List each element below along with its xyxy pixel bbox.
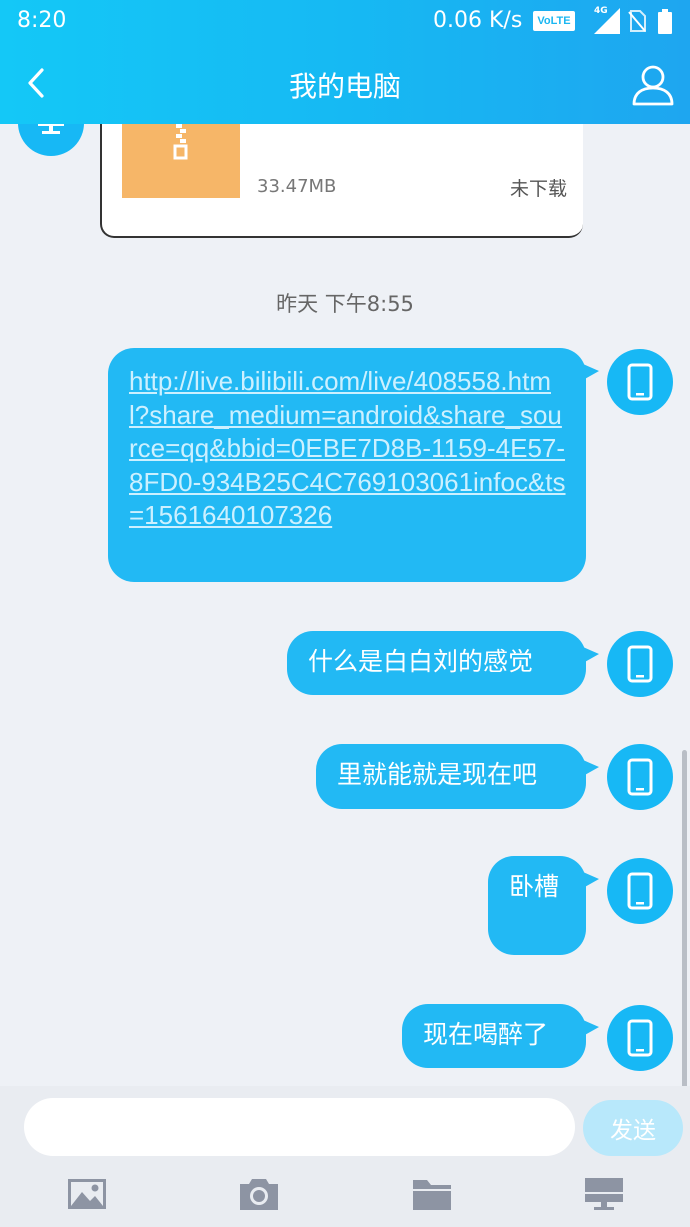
send-button[interactable]: 发送 bbox=[583, 1100, 683, 1156]
phone-avatar[interactable] bbox=[607, 1005, 673, 1071]
zip-file-thumbnail bbox=[122, 124, 240, 198]
phone-icon bbox=[627, 758, 653, 796]
status-bar: 8:20 0.06 K/s VoLTE 4G bbox=[0, 0, 690, 44]
computer-icon[interactable] bbox=[584, 1176, 624, 1212]
page-title: 我的电脑 bbox=[288, 70, 401, 103]
message-bubble[interactable]: 卧槽 bbox=[488, 856, 599, 955]
message-timestamp: 昨天 下午8:55 bbox=[276, 292, 414, 316]
image-icon[interactable] bbox=[67, 1176, 107, 1212]
camera-icon[interactable] bbox=[239, 1176, 279, 1212]
phone-icon bbox=[627, 872, 653, 910]
battery-icon bbox=[658, 9, 672, 34]
message-text: 卧槽 bbox=[509, 872, 560, 901]
phone-avatar[interactable] bbox=[607, 744, 673, 810]
message-bubble[interactable]: 里就能就是现在吧 bbox=[316, 744, 599, 809]
chat-scrollbar[interactable] bbox=[682, 750, 687, 1086]
message-input[interactable] bbox=[24, 1098, 575, 1156]
phone-avatar[interactable] bbox=[607, 349, 673, 415]
folder-icon[interactable] bbox=[412, 1176, 452, 1212]
volte-icon: VoLTE bbox=[533, 11, 575, 31]
status-time: 8:20 bbox=[17, 8, 67, 33]
chat-area[interactable]: 33.47MB 未下载 昨天 下午8:55 http://live.bilibi… bbox=[0, 124, 690, 1086]
app-header: 8:20 0.06 K/s VoLTE 4G 我的电脑 bbox=[0, 0, 690, 124]
download-status[interactable]: 未下载 bbox=[510, 174, 567, 201]
message-bubble[interactable]: 什么是白白刘的感觉 bbox=[287, 631, 599, 695]
phone-icon bbox=[627, 645, 653, 683]
network-speed: 0.06 K/s bbox=[433, 8, 523, 33]
signal-4g-label: 4G bbox=[594, 6, 608, 16]
phone-icon bbox=[627, 363, 653, 401]
zipper-icon bbox=[173, 124, 188, 160]
message-bubble[interactable]: 现在喝醉了 bbox=[402, 1004, 599, 1068]
file-message-card[interactable]: 33.47MB 未下载 bbox=[100, 124, 583, 238]
title-bar: 我的电脑 bbox=[0, 44, 690, 124]
file-size: 33.47MB bbox=[257, 176, 337, 197]
message-link[interactable]: http://live.bilibili.com/live/408558.htm… bbox=[129, 365, 569, 533]
computer-avatar[interactable] bbox=[18, 124, 84, 156]
phone-avatar[interactable] bbox=[607, 631, 673, 697]
person-icon[interactable] bbox=[630, 62, 676, 108]
no-sim-icon bbox=[628, 10, 646, 32]
message-bubble[interactable]: http://live.bilibili.com/live/408558.htm… bbox=[108, 348, 599, 582]
message-text: 现在喝醉了 bbox=[423, 1020, 549, 1049]
phone-avatar[interactable] bbox=[607, 858, 673, 924]
phone-icon bbox=[627, 1019, 653, 1057]
message-text: 里就能就是现在吧 bbox=[337, 760, 538, 789]
computer-icon bbox=[38, 124, 64, 134]
message-text: 什么是白白刘的感觉 bbox=[308, 647, 534, 676]
